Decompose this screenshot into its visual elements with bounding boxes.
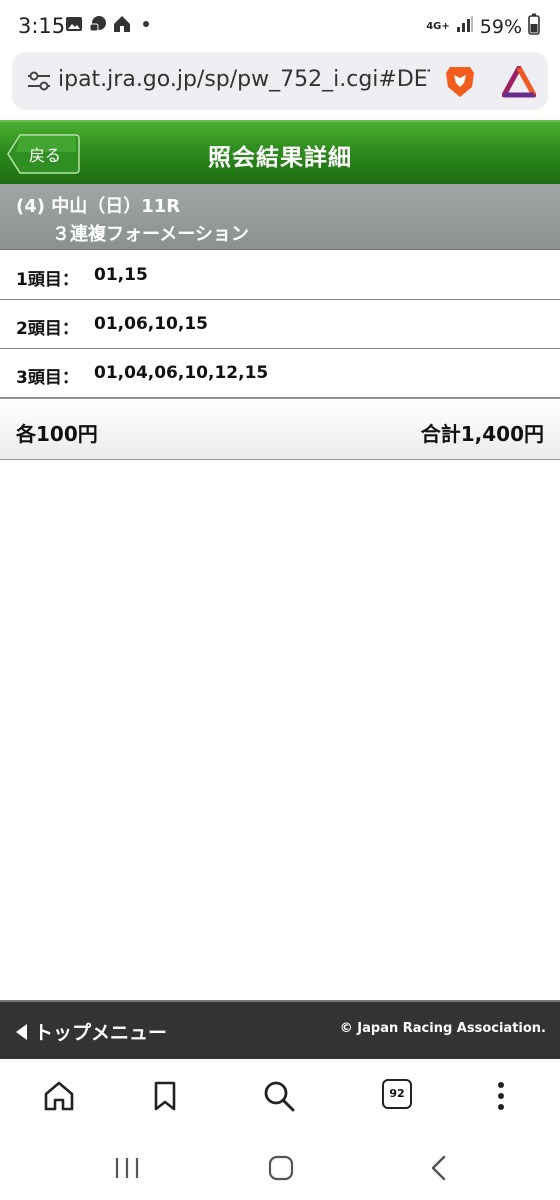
brave-rewards-icon[interactable] <box>501 65 537 102</box>
race-name: (4) 中山（日）11R <box>16 196 181 217</box>
bookmark-button[interactable] <box>148 1079 182 1113</box>
tab-count: 92 <box>382 1079 412 1109</box>
selection-value: 01,04,06,10,12,15 <box>94 363 269 383</box>
home-icon <box>112 14 132 34</box>
race-info: (4) 中山（日）11R ３連複フォーメーション <box>0 184 560 250</box>
chat-icon <box>88 14 108 34</box>
notification-icons <box>64 14 156 34</box>
selection-row-2: 2頭目： 01,06,10,15 <box>0 300 560 349</box>
page-header: 戻る 照会結果詳細 <box>0 120 560 184</box>
status-time: 3:15 <box>18 14 66 38</box>
dot-icon <box>136 14 156 34</box>
home-button[interactable] <box>42 1079 76 1113</box>
battery-percent: 59% <box>479 15 522 38</box>
selection-label: 2頭目： <box>16 319 79 339</box>
brave-shields-icon[interactable] <box>442 63 478 103</box>
battery-icon <box>528 13 540 40</box>
site-footer: トップメニュー © Japan Racing Association. <box>0 1000 560 1059</box>
selection-row-1: 1頭目： 01,15 <box>0 251 560 300</box>
home-circle-icon <box>268 1155 294 1181</box>
top-menu-label: トップメニュー <box>34 1022 168 1044</box>
top-menu-link[interactable]: トップメニュー <box>14 1018 167 1045</box>
search-icon <box>264 1081 295 1112</box>
back-nav-button[interactable] <box>424 1155 454 1181</box>
selection-value: 01,06,10,15 <box>94 314 209 334</box>
amount-total: 合計1,400円 <box>420 422 544 446</box>
address-bar[interactable]: ipat.jra.go.jp/sp/pw_752_i.cgi#DET <box>12 52 548 110</box>
search-button[interactable] <box>262 1079 296 1113</box>
recent-apps-button[interactable] <box>112 1155 142 1181</box>
gallery-icon <box>64 14 84 34</box>
tabs-button[interactable]: 92 <box>382 1079 416 1113</box>
selection-label: 3頭目： <box>16 368 79 388</box>
signal-icon <box>456 15 474 38</box>
more-menu-button[interactable] <box>484 1079 518 1113</box>
home-nav-button[interactable] <box>266 1155 296 1181</box>
caret-left-icon <box>16 1023 27 1040</box>
selection-label: 1頭目： <box>16 270 79 290</box>
site-settings-icon[interactable] <box>26 69 52 97</box>
more-vert-icon <box>498 1082 504 1110</box>
selection-value: 01,15 <box>94 265 148 285</box>
network-indicator: 4G+ <box>426 20 450 32</box>
selection-row-3: 3頭目： 01,04,06,10,12,15 <box>0 349 560 398</box>
back-chevron-icon <box>431 1155 446 1181</box>
amount-each: 各100円 <box>16 422 98 446</box>
status-right: 4G+ 59% <box>426 13 540 40</box>
browser-toolbar: 92 <box>0 1059 560 1135</box>
copyright: © Japan Racing Association. <box>339 1021 546 1036</box>
home-outline-icon <box>44 1081 74 1111</box>
system-navigation <box>0 1135 560 1200</box>
url-text[interactable]: ipat.jra.go.jp/sp/pw_752_i.cgi#DET <box>58 67 430 92</box>
status-bar: 3:15 4G+ 59% <box>0 0 560 50</box>
recent-apps-icon <box>115 1158 139 1178</box>
bookmark-icon <box>154 1081 176 1111</box>
page-title: 照会結果詳細 <box>208 145 352 171</box>
bet-type: ３連複フォーメーション <box>52 224 249 245</box>
totals-bar: 各100円 合計1,400円 <box>0 398 560 460</box>
